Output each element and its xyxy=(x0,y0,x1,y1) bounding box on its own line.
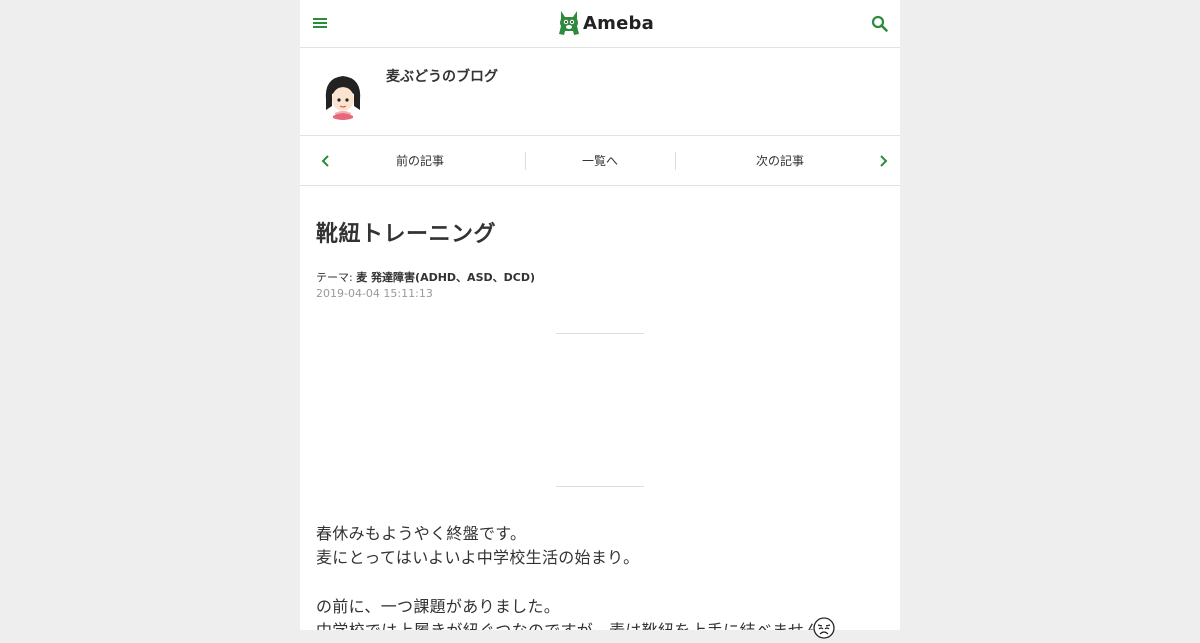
ameba-logo[interactable]: Ameba xyxy=(558,8,654,38)
site-header: Ameba xyxy=(300,0,900,48)
blog-page: Ameba 麦ぶどうのブログ 前の記事 一覧へ 次の記事 靴紐トレーニング テー… xyxy=(300,0,900,630)
blog-header: 麦ぶどうのブログ xyxy=(300,48,900,136)
entry-date: 2019-04-04 15:11:13 xyxy=(316,287,433,300)
next-article-link[interactable]: 次の記事 xyxy=(730,152,830,169)
entry-paragraph: 春休みもようやく終盤です。 xyxy=(316,524,527,543)
chevron-left-icon[interactable] xyxy=(320,153,332,167)
ad-divider-top xyxy=(556,333,644,334)
entry-paragraph: 中学校では上履きが紐ぐつなのですが、麦は靴紐を上手に結べません xyxy=(316,617,821,630)
chevron-right-icon[interactable] xyxy=(877,153,889,167)
ad-divider-bottom xyxy=(556,486,644,487)
nav-divider xyxy=(675,152,676,170)
prev-article-link[interactable]: 前の記事 xyxy=(370,152,470,169)
nav-divider xyxy=(525,152,526,170)
hamburger-menu-icon[interactable] xyxy=(313,16,327,30)
theme-link[interactable]: 麦 発達障害(ADHD、ASD、DCD) xyxy=(356,271,535,284)
entry-paragraph: の前に、一つ課題がありました。 xyxy=(316,597,561,616)
logo-text: Ameba xyxy=(583,12,654,34)
crying-face-icon xyxy=(813,617,835,643)
ameba-mascot-icon xyxy=(559,11,579,35)
entry-paragraph: 麦にとってはいよいよ中学校生活の始まり。 xyxy=(316,548,640,567)
entry-theme: テーマ: 麦 発達障害(ADHD、ASD、DCD) xyxy=(316,269,535,285)
blog-title[interactable]: 麦ぶどうのブログ xyxy=(386,66,498,86)
girl-avatar-icon xyxy=(318,70,368,120)
entry-title: 靴紐トレーニング xyxy=(316,222,497,247)
theme-label: テーマ: xyxy=(316,271,353,284)
blog-avatar[interactable] xyxy=(318,70,368,120)
article-list-link[interactable]: 一覧へ xyxy=(550,152,650,169)
article-navigation: 前の記事 一覧へ 次の記事 xyxy=(300,136,900,186)
search-icon[interactable] xyxy=(871,15,889,33)
